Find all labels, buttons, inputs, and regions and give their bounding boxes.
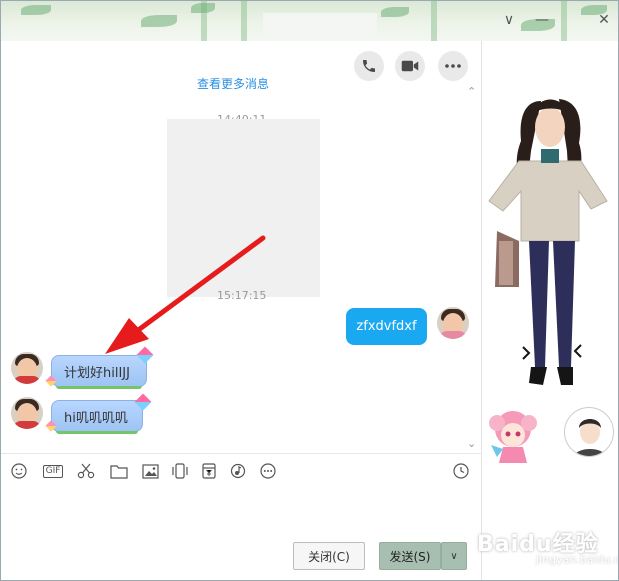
toolbar-divider (1, 453, 482, 454)
person-icon (573, 419, 607, 456)
send-options-dropdown[interactable]: ∨ (441, 542, 467, 570)
more-tools-button[interactable] (258, 461, 278, 481)
red-packet-icon (202, 463, 216, 479)
watermark-url: jingyan.baidu.com (536, 553, 618, 566)
emoji-button[interactable] (9, 461, 29, 481)
image-button[interactable] (140, 461, 160, 481)
shake-icon (172, 463, 188, 479)
chat-window: ∨ — ✕ 查看更多消息 14:40:11 15:17:15 ⌃ ⌄ zfxdv… (0, 0, 619, 581)
send-button[interactable]: 发送(S) (379, 542, 441, 570)
fashion-figure-image (488, 99, 608, 385)
scissors-icon (77, 463, 95, 479)
red-packet-button[interactable] (199, 461, 219, 481)
message-input[interactable] (1, 485, 482, 535)
clock-icon (453, 463, 469, 479)
image-icon (141, 463, 159, 479)
contact-profile-picture[interactable] (564, 407, 614, 457)
music-icon (230, 463, 246, 479)
shake-button[interactable] (170, 461, 190, 481)
close-chat-button[interactable]: 关闭(C) (293, 542, 365, 570)
music-button[interactable] (228, 461, 248, 481)
folder-icon (110, 464, 128, 479)
file-button[interactable] (109, 461, 129, 481)
history-button[interactable] (451, 461, 471, 481)
emoji-icon (11, 463, 27, 479)
gif-button[interactable]: GIF (41, 461, 65, 481)
anime-character-image (489, 411, 537, 463)
screenshot-button[interactable] (76, 461, 96, 481)
gif-icon: GIF (42, 464, 64, 478)
more-icon (260, 463, 276, 479)
